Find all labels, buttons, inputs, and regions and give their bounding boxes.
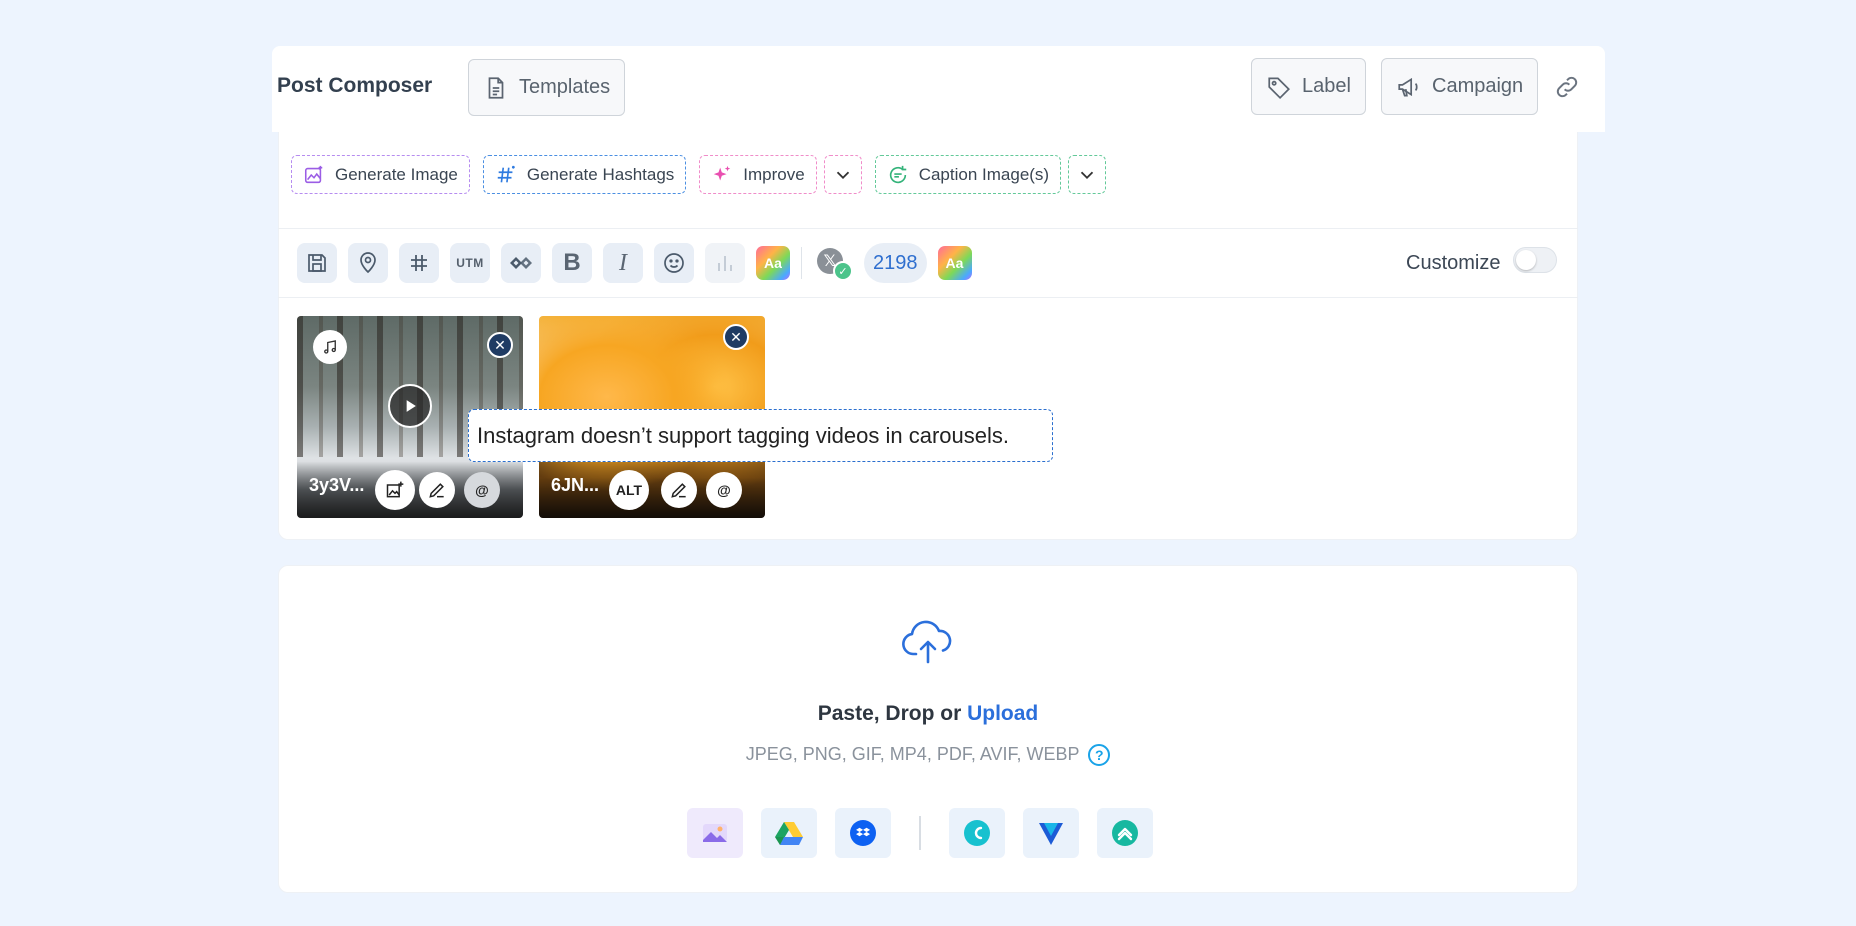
play-icon[interactable] bbox=[388, 384, 432, 428]
font-style-button-2[interactable]: Aa bbox=[937, 246, 972, 280]
edit-media-button[interactable] bbox=[419, 472, 455, 508]
upload-prompt: Paste, Drop or Upload bbox=[0, 702, 1856, 726]
sources-divider bbox=[919, 816, 921, 850]
map-pin-icon bbox=[360, 252, 376, 274]
link-shortener-button[interactable] bbox=[501, 243, 541, 283]
pencil-icon bbox=[429, 483, 444, 498]
templates-button[interactable]: Templates bbox=[468, 59, 626, 116]
pencil-icon bbox=[671, 483, 686, 498]
help-icon[interactable]: ? bbox=[1088, 744, 1111, 767]
caption-dropdown-button[interactable] bbox=[1068, 155, 1107, 194]
hashtag-button[interactable] bbox=[399, 243, 439, 283]
caption-images-label: Caption Image(s) bbox=[918, 164, 1050, 184]
customize-label: Customize bbox=[1406, 252, 1501, 274]
google-drive-icon bbox=[775, 822, 803, 845]
campaign-label: Campaign bbox=[1432, 75, 1524, 97]
image-sparkle-icon bbox=[304, 165, 323, 183]
ai-actions-row: Generate Image Generate Hashtags Improve… bbox=[291, 155, 1107, 194]
dropbox-button[interactable] bbox=[835, 808, 891, 858]
sparkles-icon bbox=[714, 165, 731, 180]
tag-user-button[interactable]: @ bbox=[464, 472, 500, 508]
bold-button[interactable]: B bbox=[552, 243, 592, 283]
hashtag-sparkle-icon bbox=[497, 165, 515, 182]
add-cover-button[interactable] bbox=[375, 470, 415, 510]
chevron-down-icon bbox=[836, 171, 849, 179]
media-filename: 3y3V... bbox=[309, 475, 365, 495]
bar-chart-icon bbox=[718, 256, 732, 271]
label-label: Label bbox=[1302, 75, 1351, 97]
font-style-button[interactable]: Aa bbox=[756, 246, 790, 280]
media-library-button[interactable] bbox=[687, 808, 743, 858]
check-icon: ✓ bbox=[833, 261, 853, 281]
templates-label: Templates bbox=[519, 76, 611, 98]
location-button[interactable] bbox=[348, 243, 388, 283]
tag-user-button[interactable]: @ bbox=[706, 472, 742, 508]
megaphone-icon bbox=[1398, 77, 1418, 97]
generate-hashtags-label: Generate Hashtags bbox=[526, 164, 675, 184]
link-icon[interactable] bbox=[1553, 73, 1581, 101]
utm-button[interactable]: UTM bbox=[450, 243, 490, 283]
vista-create-button[interactable] bbox=[1023, 808, 1079, 858]
poll-button[interactable] bbox=[705, 243, 745, 283]
generate-image-label: Generate Image bbox=[335, 164, 458, 184]
formats-text: JPEG, PNG, GIF, MP4, PDF, AVIF, WEBP bbox=[745, 744, 1080, 764]
customize-toggle[interactable] bbox=[1513, 247, 1557, 273]
diamonds-icon bbox=[510, 257, 532, 269]
caption-images-button[interactable]: Caption Image(s) bbox=[874, 155, 1062, 194]
character-count: 2198 bbox=[864, 243, 927, 283]
italic-button[interactable]: I bbox=[603, 243, 643, 283]
canva-icon bbox=[964, 820, 990, 846]
hashtag-icon bbox=[411, 255, 427, 271]
improve-dropdown-button[interactable] bbox=[823, 155, 862, 194]
adobe-express-icon bbox=[1112, 820, 1138, 846]
divider bbox=[278, 297, 1578, 298]
tagging-tooltip: Instagram doesn’t support tagging videos… bbox=[468, 409, 1053, 462]
supported-formats: JPEG, PNG, GIF, MP4, PDF, AVIF, WEBP ? bbox=[0, 744, 1856, 767]
editor-toolbar: UTM B I Aa 𝕏 ✓ 2198 Aa bbox=[297, 243, 972, 283]
smiley-icon bbox=[664, 253, 684, 273]
chevron-down-icon bbox=[1080, 171, 1094, 179]
media-library-icon bbox=[703, 824, 727, 842]
edit-media-button[interactable] bbox=[661, 472, 697, 508]
generate-hashtags-button[interactable]: Generate Hashtags bbox=[482, 155, 687, 194]
tag-icon bbox=[1268, 76, 1290, 99]
document-icon bbox=[488, 76, 504, 99]
vista-create-icon bbox=[1039, 823, 1063, 845]
campaign-button[interactable]: Campaign bbox=[1381, 58, 1539, 115]
label-button[interactable]: Label bbox=[1251, 58, 1366, 115]
alt-text-button[interactable]: ALT bbox=[609, 470, 649, 510]
improve-button[interactable]: Improve bbox=[699, 155, 817, 194]
canva-button[interactable] bbox=[949, 808, 1005, 858]
adobe-express-button[interactable] bbox=[1097, 808, 1153, 858]
remove-media-button[interactable]: ✕ bbox=[487, 332, 513, 358]
upload-prompt-text: Paste, Drop or bbox=[817, 702, 968, 725]
generate-image-button[interactable]: Generate Image bbox=[291, 155, 470, 194]
page-title: Post Composer bbox=[277, 74, 433, 97]
remove-media-button[interactable]: ✕ bbox=[723, 324, 749, 350]
media-sources bbox=[687, 808, 1153, 858]
upload-link[interactable]: Upload bbox=[967, 702, 1038, 725]
emoji-button[interactable] bbox=[654, 243, 694, 283]
improve-label: Improve bbox=[743, 164, 805, 184]
floppy-disk-icon bbox=[308, 254, 326, 272]
x-account-badge[interactable]: 𝕏 ✓ bbox=[813, 243, 853, 283]
save-draft-button[interactable] bbox=[297, 243, 337, 283]
music-note-icon[interactable] bbox=[313, 330, 347, 364]
dropbox-icon bbox=[850, 820, 876, 846]
caption-refresh-icon bbox=[889, 165, 906, 183]
divider bbox=[278, 228, 1578, 229]
cloud-upload-icon bbox=[902, 620, 952, 664]
google-drive-button[interactable] bbox=[761, 808, 817, 858]
media-filename: 6JN... bbox=[551, 475, 600, 495]
image-add-icon bbox=[386, 481, 404, 498]
separator bbox=[801, 247, 802, 279]
